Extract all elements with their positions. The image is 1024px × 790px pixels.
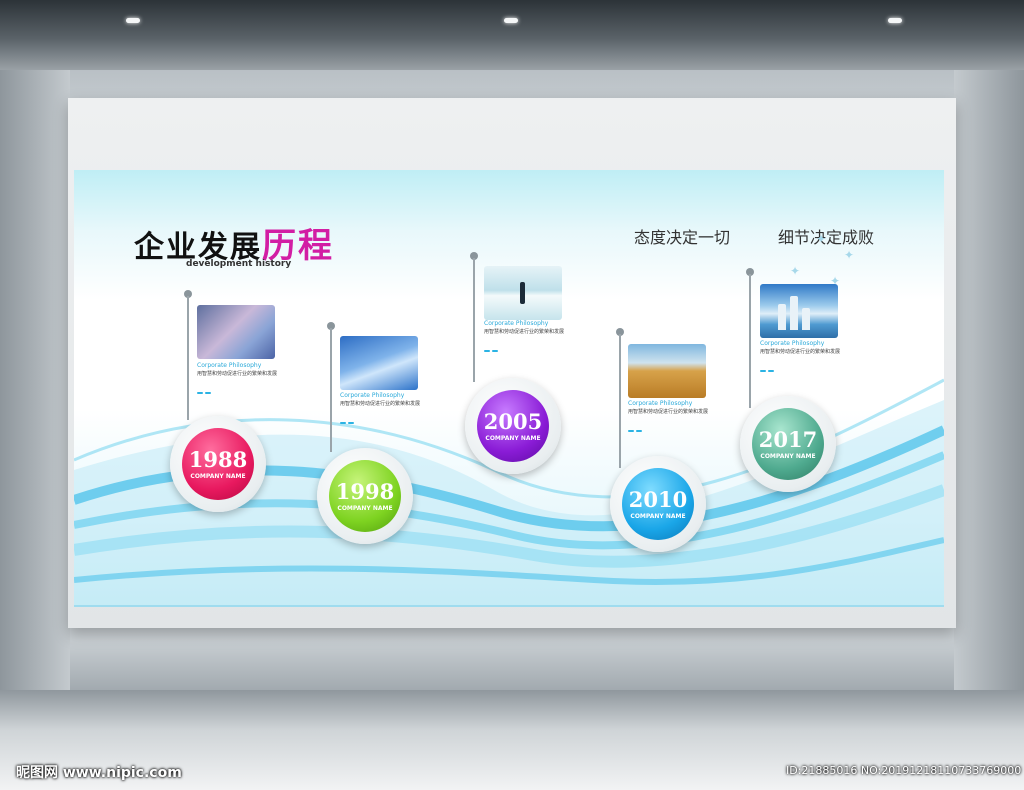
milestone-info: Corporate Philosophy 用智慧和劳动促进行业的繁荣和发展 — [484, 320, 594, 356]
bird-icon: ✦ — [844, 248, 855, 262]
milestone-text: 用智慧和劳动促进行业的繁荣和发展 — [760, 349, 841, 355]
milestone-node-2017: 2017 COMPANY NAME — [740, 396, 836, 492]
year-disc: 1988 COMPANY NAME — [182, 428, 254, 500]
milestone-photo-businessman — [484, 266, 562, 320]
watermark-site: 昵图网 www.nipic.com — [16, 765, 182, 781]
building — [778, 304, 786, 330]
building — [802, 308, 810, 330]
milestone-tags — [340, 409, 450, 428]
left-wall — [0, 70, 70, 690]
milestone-text: 用智慧和劳动促进行业的繁荣和发展 — [628, 409, 709, 415]
figure — [520, 282, 525, 304]
company-name: COMPANY NAME — [337, 504, 393, 512]
watermark-id: ID:21885016 NO:20191218110733769000 — [786, 764, 1022, 777]
milestone-text: 用智慧和劳动促进行业的繁荣和发展 — [340, 401, 421, 407]
milestone-year: 1988 — [188, 446, 248, 472]
milestone-node-1998: 1998 COMPANY NAME — [317, 448, 413, 544]
timeline-board: 企业发展历程 development history 态度决定一切 细节决定成败… — [74, 170, 944, 607]
milestone-tags — [628, 417, 738, 436]
milestone-photo-city — [760, 284, 838, 338]
year-disc: 1998 COMPANY NAME — [329, 460, 401, 532]
milestone-photo-buildings — [340, 336, 418, 390]
milestone-photo-handshake — [197, 305, 275, 359]
slogan-1: 态度决定一切 — [634, 228, 731, 247]
timeline-stem — [330, 328, 332, 452]
page-subtitle: development history — [186, 259, 292, 269]
milestone-year: 2010 — [628, 486, 688, 512]
milestone-node-2010: 2010 COMPANY NAME — [610, 456, 706, 552]
company-name: COMPANY NAME — [190, 472, 246, 480]
milestone-info: Corporate Philosophy 用智慧和劳动促进行业的繁荣和发展 — [760, 340, 870, 376]
company-name: COMPANY NAME — [630, 512, 686, 520]
milestone-year: 2017 — [758, 426, 818, 452]
ceiling-light — [126, 18, 140, 23]
timeline-stem — [619, 334, 621, 468]
milestone-heading: Corporate Philosophy — [760, 340, 825, 347]
milestone-node-2005: 2005 COMPANY NAME — [465, 378, 561, 474]
milestone-info: Corporate Philosophy 用智慧和劳动促进行业的繁荣和发展 — [628, 400, 738, 436]
milestone-text: 用智慧和劳动促进行业的繁荣和发展 — [484, 329, 565, 335]
timeline-stem — [473, 258, 475, 382]
year-disc: 2010 COMPANY NAME — [622, 468, 694, 540]
milestone-node-1988: 1988 COMPANY NAME — [170, 416, 266, 512]
company-name: COMPANY NAME — [485, 434, 541, 442]
milestone-text: 用智慧和劳动促进行业的繁荣和发展 — [197, 371, 278, 377]
milestone-tags — [197, 379, 307, 398]
ceiling-light — [888, 18, 902, 23]
milestone-heading: Corporate Philosophy — [484, 320, 549, 327]
timeline-stem — [187, 296, 189, 420]
milestone-info: Corporate Philosophy 用智慧和劳动促进行业的繁荣和发展 — [197, 362, 307, 398]
bird-icon: ✦ — [816, 232, 827, 246]
milestone-heading: Corporate Philosophy — [628, 400, 693, 407]
milestone-info: Corporate Philosophy 用智慧和劳动促进行业的繁荣和发展 — [340, 392, 450, 428]
timeline-stem — [749, 274, 751, 408]
year-disc: 2005 COMPANY NAME — [477, 390, 549, 462]
milestone-heading: Corporate Philosophy — [340, 392, 405, 399]
milestone-year: 2005 — [483, 408, 543, 434]
company-name: COMPANY NAME — [760, 452, 816, 460]
building — [790, 296, 798, 330]
milestone-photo-wheat — [628, 344, 706, 398]
milestone-tags — [484, 337, 594, 356]
right-wall — [954, 70, 1024, 690]
year-disc: 2017 COMPANY NAME — [752, 408, 824, 480]
bird-icon: ✦ — [790, 264, 801, 278]
ceiling-light — [504, 18, 518, 23]
milestone-tags — [760, 357, 870, 376]
milestone-heading: Corporate Philosophy — [197, 362, 262, 369]
ceiling — [0, 0, 1024, 70]
milestone-year: 1998 — [335, 478, 395, 504]
